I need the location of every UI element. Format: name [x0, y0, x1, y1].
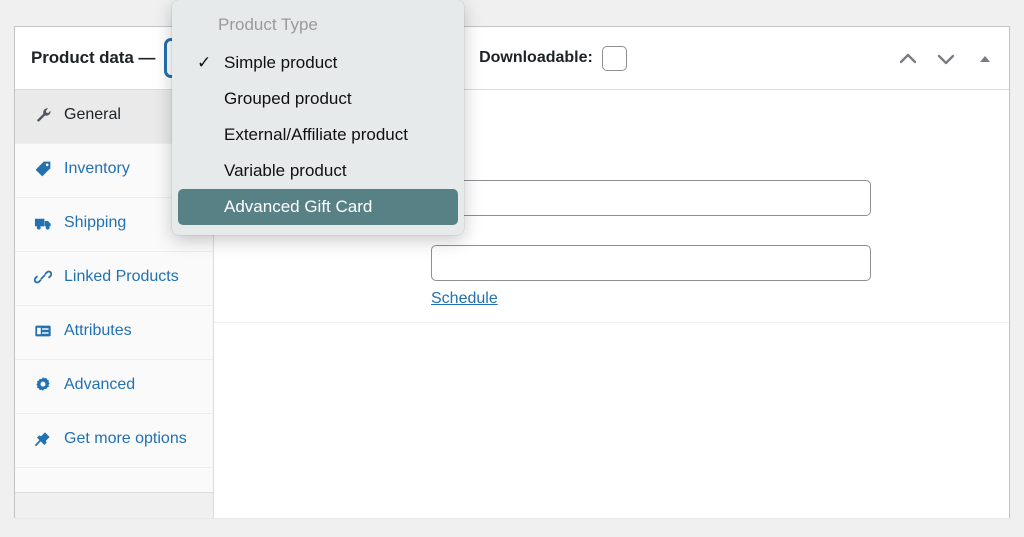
sidebar-item-advanced[interactable]: Advanced [15, 360, 213, 414]
wrench-icon [33, 105, 53, 125]
sidebar-item-get-more-options[interactable]: Get more options [15, 414, 213, 468]
check-icon: ✓ [197, 53, 212, 72]
list-icon [33, 321, 53, 341]
sidebar-item-linked-products[interactable]: Linked Products [15, 252, 213, 306]
dropdown-option-external-affiliate-product[interactable]: External/Affiliate product [178, 117, 458, 153]
dropdown-option-label: Variable product [224, 161, 347, 180]
link-icon [33, 267, 53, 287]
gear-icon [33, 375, 53, 395]
panel-header-actions [895, 27, 995, 90]
downloadable-checkbox[interactable] [601, 45, 627, 71]
tag-icon [33, 159, 53, 179]
dropdown-option-grouped-product[interactable]: Grouped product [178, 81, 458, 117]
truck-icon [33, 213, 53, 233]
panel-header: Product data — Virtual: Downloadable: [15, 27, 1009, 90]
dropdown-option-simple-product[interactable]: ✓ Simple product [178, 45, 458, 81]
move-up-icon[interactable] [895, 46, 921, 72]
dropdown-option-label: Advanced Gift Card [224, 197, 373, 216]
toggle-panel-icon[interactable] [975, 49, 995, 69]
content-divider [214, 322, 1009, 323]
product-type-dropdown: Product Type ✓ Simple product Grouped pr… [172, 0, 464, 235]
dropdown-option-advanced-gift-card[interactable]: Advanced Gift Card [178, 189, 458, 225]
plug-icon [33, 429, 53, 449]
regular-price-field[interactable] [431, 180, 871, 216]
move-down-icon[interactable] [933, 46, 959, 72]
downloadable-checkbox-group: Downloadable: [479, 45, 627, 71]
sidebar-item-label: General [64, 106, 121, 123]
sidebar-item-label: Linked Products [64, 268, 179, 285]
dropdown-option-variable-product[interactable]: Variable product [178, 153, 458, 189]
schedule-link[interactable]: Schedule [431, 290, 498, 308]
screen: Product data — Virtual: Downloadable: [0, 0, 1024, 537]
product-data-panel: Product data — Virtual: Downloadable: [14, 26, 1010, 518]
sidebar-item-label: Inventory [64, 160, 130, 177]
sidebar-item-label: Get more options [64, 430, 187, 447]
dropdown-option-label: External/Affiliate product [224, 125, 408, 144]
panel-body: General Inventory Shipping Linked Produc… [15, 90, 1009, 518]
dropdown-option-label: Simple product [224, 53, 338, 72]
sidebar-item-attributes[interactable]: Attributes [15, 306, 213, 360]
sale-price-field[interactable] [431, 245, 871, 281]
downloadable-label: Downloadable: [479, 49, 593, 66]
sidebar-item-label: Shipping [64, 214, 127, 231]
page-title: Product data — [31, 48, 156, 67]
sidebar-footer-filler [15, 492, 213, 518]
dropdown-option-label: Grouped product [224, 89, 352, 108]
sidebar-item-label: Attributes [64, 322, 132, 339]
dropdown-header: Product Type [218, 15, 318, 34]
sidebar-item-label: Advanced [64, 376, 136, 393]
